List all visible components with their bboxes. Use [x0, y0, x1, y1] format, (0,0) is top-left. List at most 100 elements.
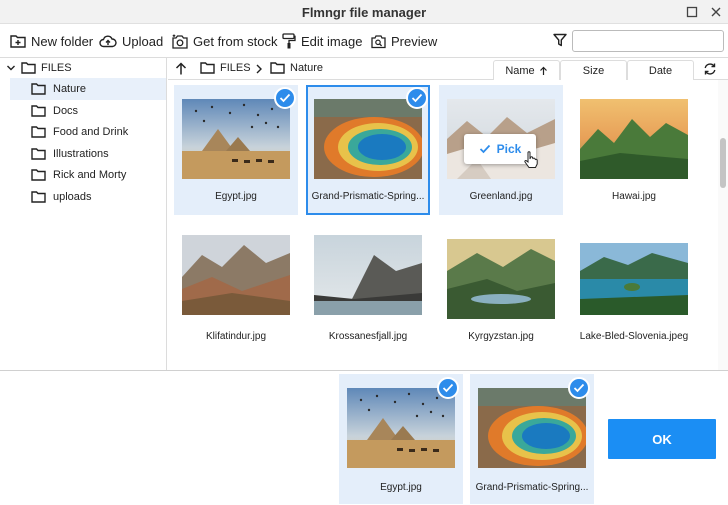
file-card-grand-prismatic-spring[interactable]: Grand-Prismatic-Spring...: [306, 85, 430, 215]
tree-item-food-and-drink[interactable]: Food and Drink: [10, 121, 166, 143]
folder-icon: [31, 105, 46, 117]
file-name: Egypt.jpg: [215, 191, 257, 202]
close-icon[interactable]: [708, 4, 724, 20]
file-name: Greenland.jpg: [469, 191, 533, 202]
sort-by-name[interactable]: Name: [493, 60, 560, 80]
checkmark-icon: [479, 144, 490, 154]
folder-icon: [31, 169, 46, 181]
checkmark-icon[interactable]: [274, 87, 296, 109]
folder-icon: [31, 83, 46, 95]
tree-root-files[interactable]: FILES: [6, 62, 72, 74]
folder-icon: [270, 62, 285, 74]
hand-cursor-icon: [524, 151, 538, 168]
new-folder-icon: [10, 35, 26, 48]
maximize-icon[interactable]: [684, 4, 700, 20]
checkmark-icon[interactable]: [568, 377, 590, 399]
selection-bar: Egypt.jpg Grand-Prismatic-Spring... OK: [0, 370, 728, 505]
search-input[interactable]: [572, 30, 724, 52]
arrow-up-icon[interactable]: [175, 62, 187, 76]
arrow-up-icon: [539, 66, 547, 75]
breadcrumb: FILES Nature Name Size Date: [168, 58, 728, 80]
get-from-stock-label: Get from stock: [193, 33, 278, 49]
upload-button[interactable]: Upload: [99, 31, 163, 51]
tree-item-label: Nature: [53, 83, 87, 95]
preview-icon: [371, 34, 386, 48]
get-from-stock-button[interactable]: Get from stock: [172, 31, 278, 51]
preview-button[interactable]: Preview: [371, 31, 437, 51]
ok-button[interactable]: OK: [608, 419, 716, 459]
refresh-icon[interactable]: [703, 62, 717, 76]
sort-size-label: Size: [582, 64, 605, 77]
camera-add-icon: [172, 34, 188, 49]
breadcrumb-files[interactable]: FILES: [200, 62, 251, 74]
folder-icon: [31, 191, 46, 203]
filter-icon[interactable]: [553, 33, 567, 50]
folder-icon: [31, 126, 46, 138]
sort-date-label: Date: [648, 64, 673, 77]
paint-roller-icon: [282, 33, 296, 49]
file-name: Lake-Bled-Slovenia.jpeg: [579, 331, 689, 342]
tree-item-label: Food and Drink: [53, 126, 129, 138]
folder-icon: [31, 148, 46, 160]
file-card-lake-bled-slovenia[interactable]: Lake-Bled-Slovenia.jpeg: [572, 219, 696, 349]
file-name: Grand-Prismatic-Spring...: [475, 482, 589, 493]
file-card-krossanesfjall[interactable]: Krossanesfjall.jpg: [306, 219, 430, 349]
cloud-upload-icon: [99, 35, 117, 48]
tree-item-label: Rick and Morty: [53, 169, 127, 181]
tree-item-uploads[interactable]: uploads: [10, 186, 166, 208]
tree-item-rick-and-morty[interactable]: Rick and Morty: [10, 164, 166, 186]
tree-item-label: Docs: [53, 105, 79, 117]
thumbnail-hawai: [580, 99, 688, 179]
thumbnail-egypt: [347, 388, 455, 468]
chevron-right-icon: [256, 64, 262, 74]
file-name: Hawai.jpg: [612, 191, 656, 202]
thumbnail-egypt: [182, 99, 290, 179]
file-name: Klifatindur.jpg: [205, 331, 267, 342]
scrollbar-thumb[interactable]: [720, 138, 726, 188]
tree-root-label: FILES: [41, 62, 72, 74]
file-grid: Egypt.jpg Grand-Prismatic-Spring... Pick…: [168, 80, 718, 370]
checkmark-icon[interactable]: [437, 377, 459, 399]
folder-icon: [21, 62, 36, 74]
thumbnail-krossanesfjall: [314, 235, 422, 315]
thumbnail-klifatindur: [182, 235, 290, 315]
thumbnail-grand-prismatic-spring: [478, 388, 586, 468]
tree-item-nature[interactable]: Nature: [10, 78, 166, 100]
selected-card-egypt[interactable]: Egypt.jpg: [339, 374, 463, 504]
sort-name-label: Name: [505, 64, 535, 77]
tree-item-label: uploads: [53, 191, 92, 203]
breadcrumb-files-label: FILES: [220, 62, 251, 74]
file-card-kyrgyzstan[interactable]: Kyrgyzstan.jpg: [439, 219, 563, 349]
tree-item-illustrations[interactable]: Illustrations: [10, 143, 166, 165]
edit-image-label: Edit image: [301, 33, 363, 49]
file-card-greenland[interactable]: Pick Greenland.jpg: [439, 85, 563, 215]
pick-label: Pick: [496, 142, 522, 156]
sort-by-date[interactable]: Date: [627, 60, 694, 80]
upload-label: Upload: [122, 33, 164, 49]
thumbnail-grand-prismatic-spring: [314, 99, 422, 179]
thumbnail-kyrgyzstan: [447, 239, 555, 319]
sort-by-size[interactable]: Size: [560, 60, 627, 80]
edit-image-button[interactable]: Edit image: [282, 31, 362, 51]
toolbar: New folder Upload Get from stock Edit im…: [0, 24, 728, 58]
file-card-hawai[interactable]: Hawai.jpg: [572, 85, 696, 215]
new-folder-button[interactable]: New folder: [10, 31, 93, 51]
file-name: Kyrgyzstan.jpg: [468, 331, 534, 342]
file-name: Grand-Prismatic-Spring...: [311, 191, 425, 202]
new-folder-label: New folder: [31, 33, 94, 49]
checkmark-icon[interactable]: [406, 87, 428, 109]
tree-item-docs[interactable]: Docs: [10, 100, 166, 122]
file-name: Egypt.jpg: [380, 482, 422, 493]
chevron-down-icon[interactable]: [6, 63, 16, 73]
window-title: Flmngr file manager: [301, 5, 427, 20]
grid-scrollbar[interactable]: [718, 80, 728, 370]
file-name: Krossanesfjall.jpg: [328, 331, 408, 342]
folder-tree: FILES Nature Docs Food and Drink Illustr…: [0, 58, 167, 370]
title-bar: Flmngr file manager: [0, 0, 728, 24]
selected-card-grand-prismatic-spring[interactable]: Grand-Prismatic-Spring...: [470, 374, 594, 504]
thumbnail-lake-bled-slovenia: [580, 243, 688, 315]
file-card-egypt[interactable]: Egypt.jpg: [174, 85, 298, 215]
tree-item-label: Illustrations: [53, 148, 109, 160]
file-card-klifatindur[interactable]: Klifatindur.jpg: [174, 219, 298, 349]
breadcrumb-nature[interactable]: Nature: [270, 62, 323, 74]
